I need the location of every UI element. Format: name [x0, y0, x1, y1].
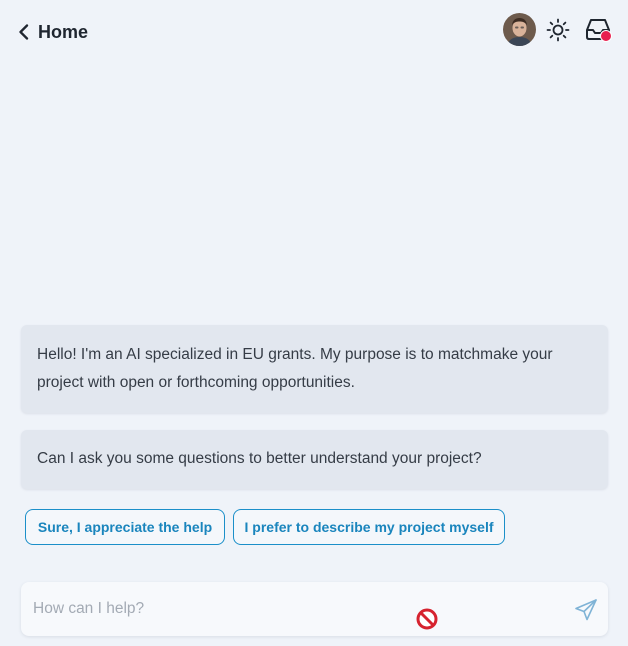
assistant-message: Can I ask you some questions to better u…	[21, 430, 608, 489]
assistant-message: Hello! I'm an AI specialized in EU grant…	[21, 325, 608, 413]
inbox-button[interactable]	[585, 17, 613, 43]
chat-input-bar	[21, 582, 608, 636]
notification-badge	[600, 30, 612, 42]
accept-help-button[interactable]: Sure, I appreciate the help	[25, 509, 225, 545]
send-button[interactable]	[574, 598, 598, 622]
message-text: Can I ask you some questions to better u…	[37, 450, 482, 467]
chevron-left-icon	[19, 24, 29, 40]
sun-icon	[546, 18, 570, 42]
describe-project-button[interactable]: I prefer to describe my project myself	[233, 509, 505, 545]
back-home-link[interactable]: Home	[18, 18, 88, 46]
top-bar: Home	[0, 0, 628, 62]
user-avatar[interactable]	[503, 13, 536, 46]
chat-input[interactable]	[33, 596, 553, 622]
theme-toggle-button[interactable]	[546, 18, 570, 42]
back-home-label: Home	[38, 21, 89, 42]
quick-reply-options: Sure, I appreciate the help I prefer to …	[25, 509, 505, 545]
send-icon	[575, 599, 597, 621]
message-text: Hello! I'm an AI specialized in EU grant…	[37, 346, 553, 391]
not-allowed-cursor-icon	[416, 608, 438, 630]
